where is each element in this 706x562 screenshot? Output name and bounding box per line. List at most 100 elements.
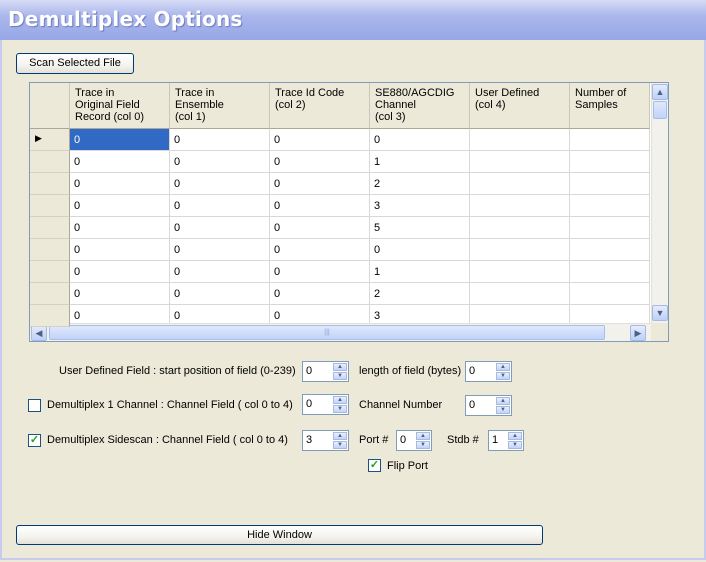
grid-cell[interactable] [570, 173, 650, 195]
grid-cell[interactable] [470, 239, 570, 261]
grid-cell[interactable]: 0 [70, 239, 170, 261]
grid-cell[interactable]: 0 [370, 129, 470, 151]
demultiplex-sidescan-checkbox[interactable]: ✓ [28, 434, 41, 447]
stdb-number-spinner[interactable]: 1 ▲ ▼ [488, 430, 524, 451]
grid-cell[interactable] [470, 217, 570, 239]
spinner-up-icon[interactable]: ▲ [333, 396, 347, 404]
grid-cell[interactable]: 0 [70, 217, 170, 239]
grid-cell[interactable] [570, 217, 650, 239]
grid-cell[interactable]: 0 [270, 261, 370, 283]
grid-row-header[interactable] [30, 283, 70, 305]
grid-cell[interactable] [470, 283, 570, 305]
spinner-down-icon[interactable]: ▼ [333, 441, 347, 449]
spinner-down-icon[interactable]: ▼ [496, 372, 510, 380]
scroll-up-icon[interactable]: ▲ [652, 84, 668, 100]
grid-cell[interactable] [470, 261, 570, 283]
spinner-up-icon[interactable]: ▲ [416, 432, 430, 440]
grid-row-header[interactable] [30, 195, 70, 217]
sidescan-channel-field-spinner[interactable]: 3 ▲ ▼ [302, 430, 349, 451]
grid-cell[interactable]: 0 [70, 129, 170, 151]
spinner-down-icon[interactable]: ▼ [333, 372, 347, 380]
grid-cell[interactable]: 0 [170, 261, 270, 283]
title-bar: Demultiplex Options [0, 0, 706, 41]
grid-cell[interactable] [570, 195, 650, 217]
grid-cell[interactable] [470, 129, 570, 151]
spinner-up-icon[interactable]: ▲ [508, 432, 522, 440]
grid-row-header[interactable] [30, 261, 70, 283]
start-position-spinner[interactable]: 0 ▲ ▼ [302, 361, 349, 382]
grid-cell[interactable]: 0 [270, 239, 370, 261]
spinner-down-icon[interactable]: ▼ [508, 441, 522, 449]
current-row-arrow-icon: ▶ [35, 133, 42, 143]
grid-cell[interactable]: 0 [170, 195, 270, 217]
horizontal-scroll-thumb[interactable]: ||| [49, 325, 605, 340]
scroll-down-icon[interactable]: ▼ [652, 305, 668, 321]
scroll-left-icon[interactable]: ◀ [31, 325, 47, 341]
grid-cell[interactable]: 1 [370, 261, 470, 283]
grid-cell[interactable]: 0 [270, 151, 370, 173]
grid-cell[interactable] [470, 195, 570, 217]
grid-cell[interactable]: 0 [170, 129, 270, 151]
grid-cell[interactable]: 0 [270, 195, 370, 217]
grid-row-header[interactable] [30, 239, 70, 261]
flip-port-checkbox[interactable]: ✓ [368, 459, 381, 472]
spinner-up-icon[interactable]: ▲ [496, 363, 510, 371]
grid-cell[interactable]: 5 [370, 217, 470, 239]
grid-cell[interactable]: 0 [170, 151, 270, 173]
grid-column-header-2[interactable]: Trace Id Code (col 2) [270, 83, 370, 129]
grid-cell[interactable] [470, 151, 570, 173]
grid-cell[interactable]: 0 [270, 283, 370, 305]
channel-number-spinner[interactable]: 0 ▲ ▼ [465, 395, 512, 416]
spinner-down-icon[interactable]: ▼ [496, 406, 510, 414]
scan-selected-file-button[interactable]: Scan Selected File [16, 53, 134, 74]
scroll-right-icon[interactable]: ▶ [630, 325, 646, 341]
grid-cell[interactable]: 0 [70, 151, 170, 173]
grid-row-header[interactable] [30, 305, 70, 327]
grid-cell[interactable]: 0 [170, 283, 270, 305]
spinner-up-icon[interactable]: ▲ [496, 397, 510, 405]
grid-cell[interactable]: 0 [270, 217, 370, 239]
grid-column-header-4[interactable]: User Defined (col 4) [470, 83, 570, 129]
vertical-scroll-thumb[interactable] [653, 101, 667, 119]
horizontal-scrollbar[interactable]: ◀ ||| ▶ [30, 323, 652, 341]
spinner-down-icon[interactable]: ▼ [416, 441, 430, 449]
grid-cell[interactable]: 3 [370, 195, 470, 217]
grid-cell[interactable]: 0 [70, 261, 170, 283]
grid-cell[interactable]: 2 [370, 173, 470, 195]
demux1-channel-field-spinner[interactable]: 0 ▲ ▼ [302, 394, 349, 415]
grid-row-header[interactable] [30, 217, 70, 239]
grid-cell[interactable]: 0 [370, 239, 470, 261]
grid-cell[interactable]: 0 [70, 283, 170, 305]
demultiplex-1-checkbox[interactable] [28, 399, 41, 412]
grid-row-header[interactable]: ▶ [30, 129, 70, 151]
grid-cell[interactable]: 0 [70, 195, 170, 217]
grid-column-header-3[interactable]: SE880/AGCDIG Channel (col 3) [370, 83, 470, 129]
spinner-up-icon[interactable]: ▲ [333, 432, 347, 440]
grid-cell[interactable] [570, 283, 650, 305]
grid-cell[interactable]: 0 [70, 173, 170, 195]
grid-row-header[interactable] [30, 173, 70, 195]
grid-cell[interactable]: 0 [270, 173, 370, 195]
grid-cell[interactable]: 0 [170, 173, 270, 195]
field-length-spinner[interactable]: 0 ▲ ▼ [465, 361, 512, 382]
port-number-spinner[interactable]: 0 ▲ ▼ [396, 430, 432, 451]
grid-cell[interactable]: 0 [270, 129, 370, 151]
grid-cell[interactable]: 2 [370, 283, 470, 305]
grid-column-header-0[interactable]: Trace in Original Field Record (col 0) [70, 83, 170, 129]
grid-column-header-1[interactable]: Trace in Ensemble (col 1) [170, 83, 270, 129]
grid-cell[interactable]: 0 [170, 239, 270, 261]
grid-row-header[interactable] [30, 151, 70, 173]
grid-column-header-5[interactable]: Number of Samples [570, 83, 650, 129]
trace-grid[interactable]: 000000010002000300050000000100020003 ▲ ▼… [29, 82, 669, 342]
grid-cell[interactable] [470, 173, 570, 195]
grid-cell[interactable]: 1 [370, 151, 470, 173]
grid-cell[interactable] [570, 239, 650, 261]
spinner-up-icon[interactable]: ▲ [333, 363, 347, 371]
grid-cell[interactable] [570, 261, 650, 283]
grid-cell[interactable] [570, 151, 650, 173]
spinner-down-icon[interactable]: ▼ [333, 405, 347, 413]
hide-window-button[interactable]: Hide Window [16, 525, 543, 545]
grid-cell[interactable]: 0 [170, 217, 270, 239]
vertical-scrollbar[interactable]: ▲ ▼ [651, 83, 668, 324]
grid-cell[interactable] [570, 129, 650, 151]
